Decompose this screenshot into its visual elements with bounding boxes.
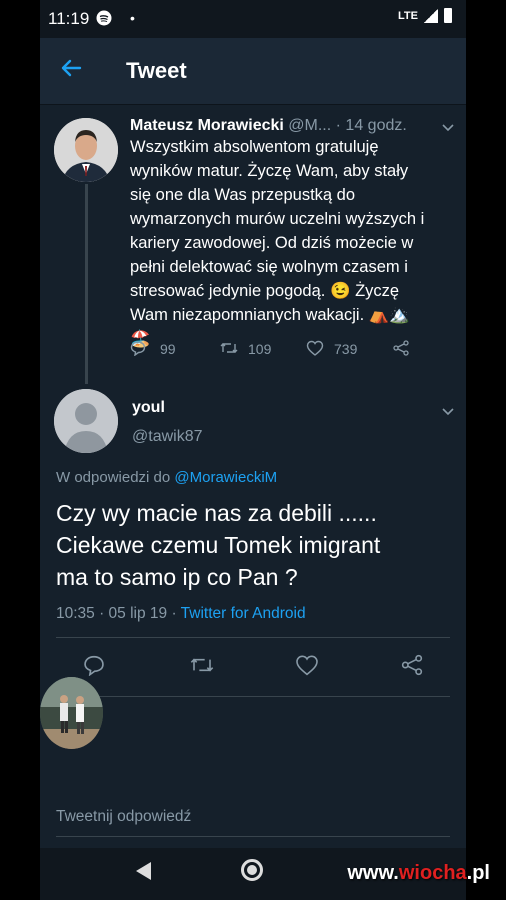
author-name[interactable]: Mateusz Morawiecki xyxy=(130,117,284,134)
reply-icon[interactable] xyxy=(83,654,105,676)
battery-icon xyxy=(444,8,452,23)
status-bar: 11:19 • LTE xyxy=(40,0,466,38)
watermark-domain: .pl xyxy=(466,862,490,884)
tweet-actions: 99 109 739 xyxy=(130,340,430,364)
divider xyxy=(56,637,450,638)
reply-meta: 10:35 · 05 lip 19 · Twitter for Android xyxy=(56,605,306,623)
replying-to-prefix: W odpowiedzi do xyxy=(56,469,175,486)
status-indicators: LTE xyxy=(398,8,452,23)
reply-timestamp: 10:35 · 05 lip 19 · xyxy=(56,605,181,622)
replying-to-mention[interactable]: @MorawieckiM xyxy=(174,469,277,486)
back-arrow-icon[interactable] xyxy=(60,55,82,85)
notification-dot-icon: • xyxy=(130,10,135,26)
reply-count: 99 xyxy=(160,341,176,357)
reply-source[interactable]: Twitter for Android xyxy=(181,605,306,622)
reply-compose-bar[interactable]: Tweetnij odpowiedź xyxy=(40,788,466,848)
signal-icon xyxy=(424,8,438,23)
like-count: 739 xyxy=(334,341,358,357)
watermark-www: www. xyxy=(347,862,399,884)
tweet-time: 14 godz. xyxy=(345,117,407,134)
input-underline xyxy=(56,836,450,837)
retweet-count: 109 xyxy=(248,341,272,357)
reply-icon[interactable] xyxy=(130,340,146,359)
like-icon[interactable] xyxy=(306,340,324,359)
status-time: 11:19 xyxy=(48,9,90,28)
time-separator: · xyxy=(335,117,341,134)
user-photo-avatar[interactable] xyxy=(40,677,103,749)
chevron-down-icon[interactable] xyxy=(442,404,454,419)
share-icon[interactable] xyxy=(400,654,424,676)
nav-back-icon[interactable] xyxy=(136,862,151,880)
nav-home-dot xyxy=(247,865,257,875)
reply-input-placeholder[interactable]: Tweetnij odpowiedź xyxy=(56,808,191,826)
top-app-bar: Tweet xyxy=(40,38,466,105)
share-icon[interactable] xyxy=(392,340,410,359)
reply-author-name[interactable]: youl xyxy=(132,399,165,417)
watermark: www.wiocha.pl xyxy=(347,862,490,885)
replying-to: W odpowiedzi do @MorawieckiM xyxy=(56,469,277,486)
network-label: LTE xyxy=(398,9,418,22)
author-avatar[interactable] xyxy=(54,118,118,182)
thread-line xyxy=(85,184,88,384)
reply-text: Czy wy macie nas za debili ...... Ciekaw… xyxy=(56,500,381,590)
page-title: Tweet xyxy=(126,58,187,83)
reply-author-avatar[interactable] xyxy=(54,389,118,453)
watermark-brand: wiocha xyxy=(398,862,467,884)
retweet-icon[interactable] xyxy=(220,340,238,359)
reply-actions xyxy=(40,654,466,684)
reply-author-handle: @tawik87 xyxy=(132,428,203,445)
chevron-down-icon[interactable] xyxy=(442,120,454,135)
author-handle: @M... xyxy=(288,117,332,134)
tweet-text: Wszystkim absolwentom gratuluję wyników … xyxy=(130,138,425,348)
retweet-icon[interactable] xyxy=(190,654,214,676)
like-icon[interactable] xyxy=(295,654,319,676)
phone-screen: 11:19 • LTE Tweet Mateusz Morawiecki @M.… xyxy=(40,0,466,900)
spotify-icon xyxy=(96,10,112,29)
tweet-header: Mateusz Morawiecki @M... · 14 godz. xyxy=(130,117,407,135)
divider xyxy=(56,696,450,697)
